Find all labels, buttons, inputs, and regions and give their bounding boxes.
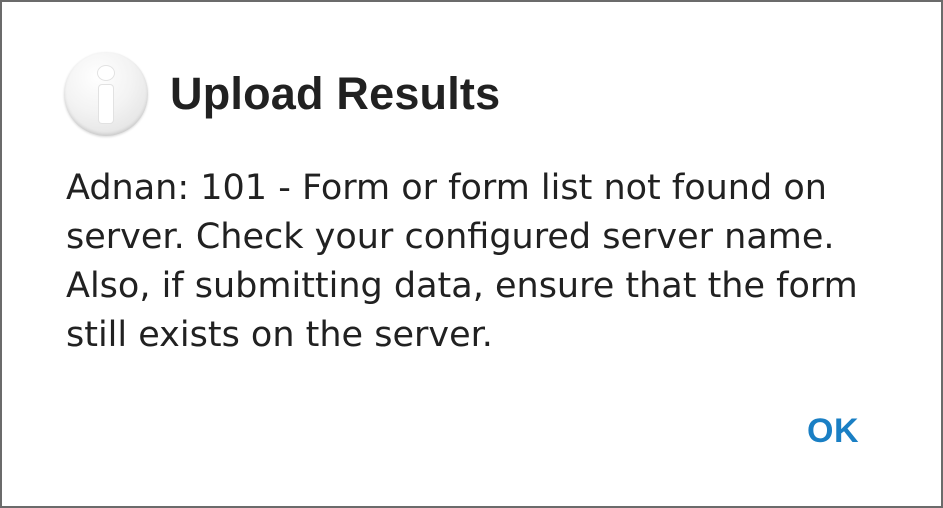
info-icon: [64, 52, 148, 136]
info-icon-stem: [99, 85, 113, 123]
dialog-title: Upload Results: [170, 68, 501, 119]
info-icon-dot: [98, 66, 114, 80]
ok-button[interactable]: OK: [807, 412, 859, 451]
dialog-message: Adnan: 101 - Form or form list not found…: [66, 168, 858, 355]
dialog-header: Upload Results: [64, 52, 500, 136]
upload-results-dialog: Upload Results Adnan: 101 - Form or form…: [2, 2, 941, 506]
